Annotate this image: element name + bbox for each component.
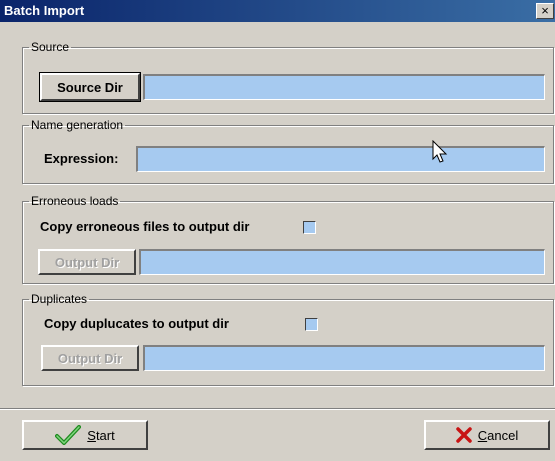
erroneous-output-dir-button[interactable]: Output Dir xyxy=(38,249,136,275)
source-legend: Source xyxy=(31,40,70,54)
copy-duplicates-checkbox[interactable] xyxy=(305,318,318,331)
mouse-cursor-icon xyxy=(432,140,448,163)
name-generation-legend: Name generation xyxy=(31,118,124,132)
checkmark-icon xyxy=(55,425,82,445)
erroneous-output-dir-input[interactable] xyxy=(139,249,545,275)
close-button[interactable]: × xyxy=(536,3,554,19)
cancel-button[interactable]: Cancel xyxy=(424,420,550,450)
start-button[interactable]: Start xyxy=(22,420,148,450)
close-icon: × xyxy=(541,3,549,18)
duplicates-group: Duplicates xyxy=(22,292,554,386)
start-label: Start xyxy=(87,427,115,443)
x-icon xyxy=(456,427,472,443)
copy-erroneous-checkbox[interactable] xyxy=(303,221,316,234)
source-dir-button[interactable]: Source Dir xyxy=(39,72,141,102)
batch-import-dialog: Batch Import × Source Source Dir Name ge… xyxy=(0,0,555,461)
copy-erroneous-label: Copy erroneous files to output dir xyxy=(40,219,250,234)
duplicates-output-dir-input[interactable] xyxy=(143,345,545,371)
copy-duplicates-label: Copy duplucates to output dir xyxy=(44,316,229,331)
title-bar[interactable]: Batch Import × xyxy=(0,0,555,22)
source-dir-input[interactable] xyxy=(143,74,545,100)
footer-separator xyxy=(0,408,555,410)
duplicates-legend: Duplicates xyxy=(31,292,88,306)
erroneous-loads-legend: Erroneous loads xyxy=(31,194,119,208)
expression-label: Expression: xyxy=(44,151,119,166)
cancel-label: Cancel xyxy=(477,427,519,443)
window-title: Batch Import xyxy=(4,3,85,18)
duplicates-output-dir-button[interactable]: Output Dir xyxy=(41,345,139,371)
expression-input[interactable] xyxy=(136,146,545,172)
